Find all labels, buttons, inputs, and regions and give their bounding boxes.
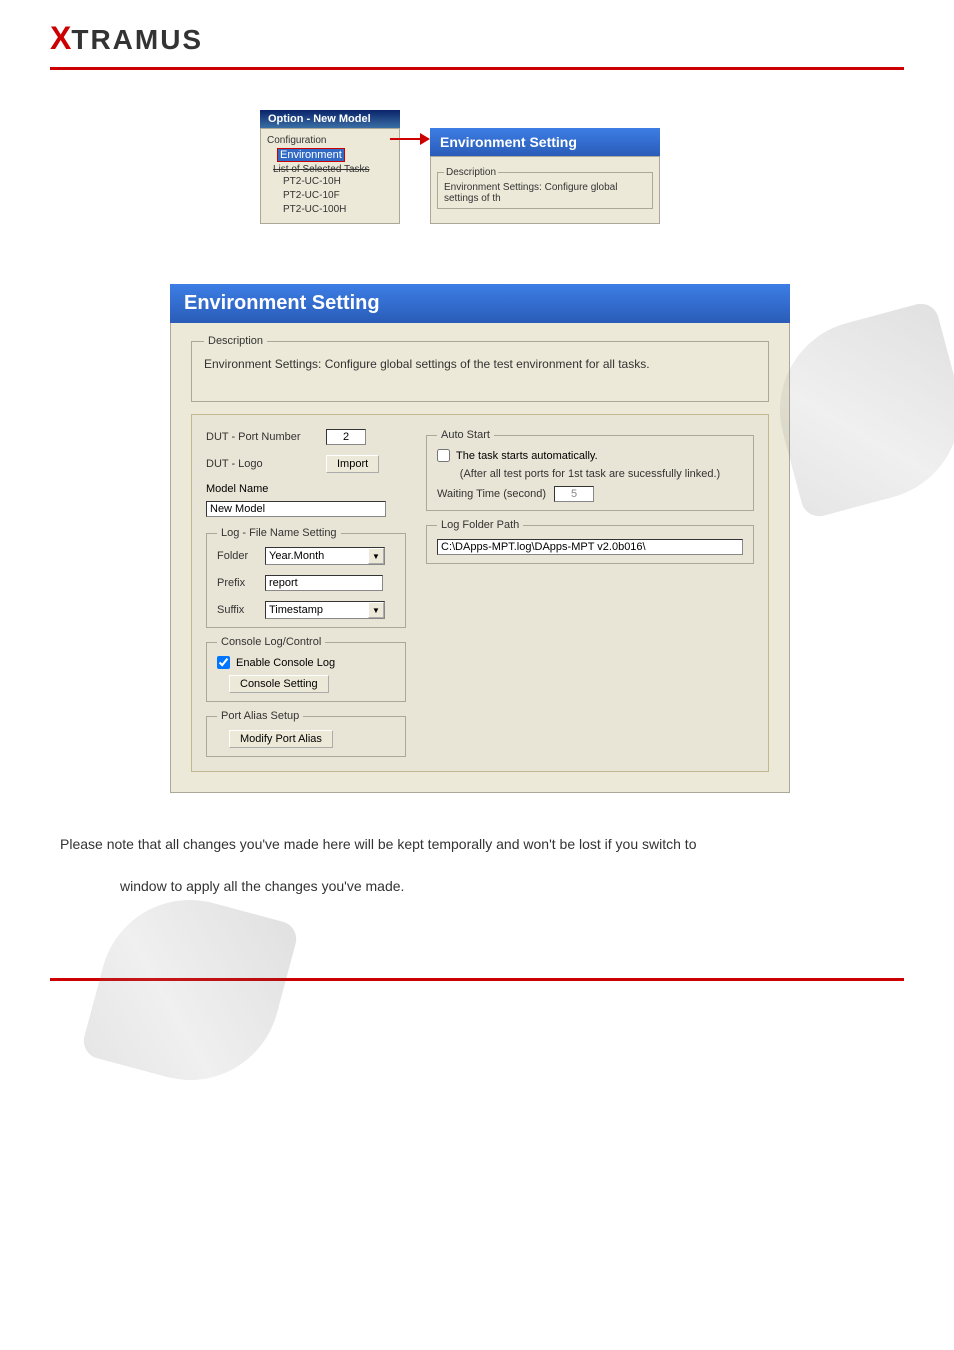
tree-task-item[interactable]: PT2-UC-100H xyxy=(283,203,393,217)
suffix-select[interactable]: Timestamp ▼ xyxy=(265,601,385,619)
waiting-time-input xyxy=(554,486,594,502)
body-paragraph-2: window to apply all the changes you've m… xyxy=(120,875,894,897)
description-text: Environment Settings: Configure global s… xyxy=(204,357,756,371)
console-legend: Console Log/Control xyxy=(217,636,325,648)
tree-root[interactable]: Configuration xyxy=(267,135,393,146)
arrow-head-icon xyxy=(420,133,430,145)
dut-port-label: DUT - Port Number xyxy=(206,431,326,443)
tree-list-tasks[interactable]: List of Selected Tasks xyxy=(273,164,393,175)
console-setting-button[interactable]: Console Setting xyxy=(229,675,329,693)
import-button[interactable]: Import xyxy=(326,455,379,473)
env-setting-header: Environment Setting xyxy=(170,284,790,323)
port-alias-legend: Port Alias Setup xyxy=(217,710,303,722)
chevron-down-icon[interactable]: ▼ xyxy=(368,548,384,564)
chevron-down-icon[interactable]: ▼ xyxy=(368,602,384,618)
waiting-time-label: Waiting Time (second) xyxy=(437,488,546,500)
modify-port-alias-button[interactable]: Modify Port Alias xyxy=(229,730,333,748)
small-desc-legend: Description xyxy=(444,167,498,178)
logo-text: TRAMUS xyxy=(71,24,203,55)
auto-start-checkbox[interactable] xyxy=(437,449,450,462)
tree-environment-selected[interactable]: Environment xyxy=(277,148,345,162)
auto-start-label: The task starts automatically. xyxy=(456,450,598,462)
main-env-panel: Environment Setting Description Environm… xyxy=(170,284,894,793)
logo-x: X xyxy=(50,20,71,56)
auto-start-legend: Auto Start xyxy=(437,429,494,441)
enable-console-checkbox[interactable] xyxy=(217,656,230,669)
small-env-panel: Environment Setting Description Environm… xyxy=(430,128,660,224)
enable-console-label: Enable Console Log xyxy=(236,657,335,669)
dut-port-input[interactable] xyxy=(326,429,366,445)
tree-task-item[interactable]: PT2-UC-10H xyxy=(283,175,393,189)
model-name-label: Model Name xyxy=(206,483,406,495)
log-file-legend: Log - File Name Setting xyxy=(217,527,341,539)
auto-start-hint: (After all test ports for 1st task are s… xyxy=(437,468,743,480)
description-legend: Description xyxy=(204,335,267,347)
small-desc-text: Environment Settings: Configure global s… xyxy=(444,182,646,204)
tree-panel: Configuration Environment List of Select… xyxy=(260,128,400,224)
tree-task-item[interactable]: PT2-UC-10F xyxy=(283,189,393,203)
dut-logo-label: DUT - Logo xyxy=(206,458,326,470)
prefix-label: Prefix xyxy=(217,577,257,589)
log-folder-legend: Log Folder Path xyxy=(437,519,523,531)
prefix-input[interactable] xyxy=(265,575,383,591)
small-env-header: Environment Setting xyxy=(430,128,660,156)
footer-divider xyxy=(50,978,904,981)
folder-select[interactable]: Year.Month ▼ xyxy=(265,547,385,565)
body-paragraph-1: Please note that all changes you've made… xyxy=(60,833,894,855)
logo: XTRAMUS xyxy=(50,20,904,57)
folder-label: Folder xyxy=(217,550,257,562)
model-name-input[interactable] xyxy=(206,501,386,517)
window-title: Option - New Model xyxy=(260,110,400,128)
option-new-model-window: Option - New Model Configuration Environ… xyxy=(260,110,894,224)
suffix-label: Suffix xyxy=(217,604,257,616)
log-folder-input[interactable] xyxy=(437,539,743,555)
